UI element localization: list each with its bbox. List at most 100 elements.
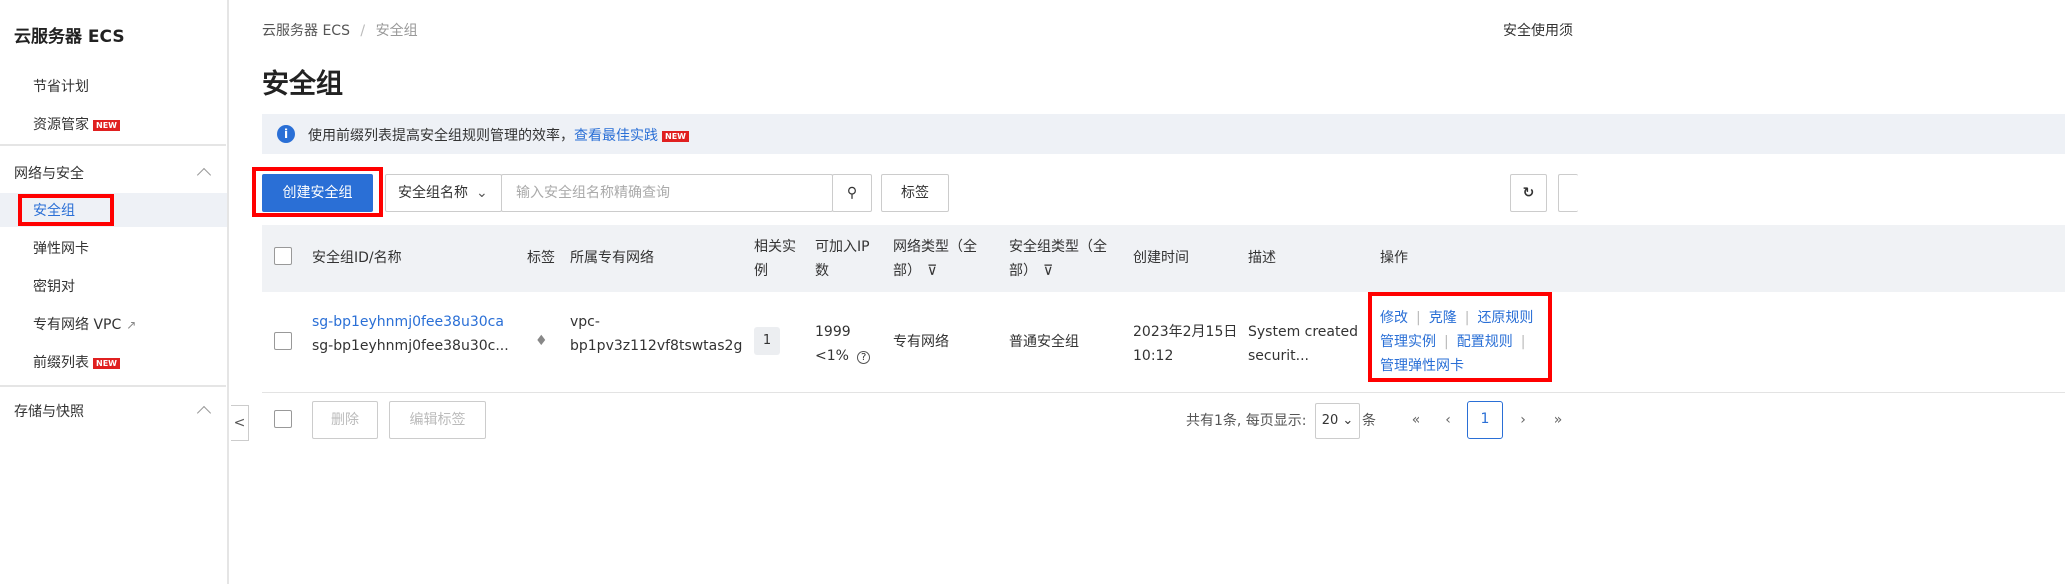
vpc-cell: vpc-bp1pv3z112vf8tswtas2g — [570, 310, 742, 358]
header-desc: 描述 — [1248, 250, 1276, 266]
search-input[interactable]: 输入安全组名称精确查询 — [501, 174, 833, 212]
chevron-up-icon[interactable] — [196, 167, 212, 183]
label: 弹性网卡 — [33, 241, 89, 257]
annotation-box — [1368, 292, 1552, 382]
total-text: 共有1条, 每页显示: — [1186, 413, 1307, 429]
settings-button[interactable] — [1558, 174, 1578, 212]
h: 相关实 — [754, 239, 796, 255]
footer-select-all-checkbox[interactable] — [274, 410, 292, 428]
sidebar-item-eni[interactable]: 弹性网卡 — [33, 238, 89, 258]
desc: securit... — [1248, 348, 1309, 364]
security-notice-link[interactable]: 安全使用须 — [1503, 20, 1573, 40]
header-vpc: 所属专有网络 — [570, 250, 654, 266]
vpc: vpc- — [570, 314, 600, 330]
sidebar: 云服务器 ECS 节省计划 资源管家 NEW 网络与安全 安全组 弹性网卡 密钥对… — [0, 0, 229, 584]
tag-button[interactable]: 标签 — [881, 174, 949, 212]
header-created: 创建时间 — [1133, 250, 1189, 266]
filter-icon[interactable]: ⊽ — [927, 263, 937, 279]
sidebar-item-vpc[interactable]: 专有网络 VPC ↗ — [33, 314, 136, 334]
page-size-select[interactable]: 20 ⌄ — [1315, 403, 1360, 439]
security-group-id-link[interactable]: sg-bp1eyhnmj0fee38u30ca — [312, 310, 509, 334]
info-icon: i — [277, 125, 295, 143]
edit-tags-button[interactable]: 编辑标签 — [389, 401, 486, 439]
created-cell: 2023年2月15日 10:12 — [1133, 320, 1237, 368]
header-tag: 标签 — [527, 250, 555, 266]
filter-icon[interactable]: ⊽ — [1043, 263, 1053, 279]
breadcrumb-current: 安全组 — [375, 23, 418, 39]
sidebar-item-savings-plan[interactable]: 节省计划 — [33, 76, 89, 96]
breadcrumb: 云服务器 ECS / 安全组 — [262, 20, 418, 40]
row-checkbox[interactable] — [274, 332, 292, 350]
label: 专有网络 VPC — [33, 317, 122, 333]
first-page-icon[interactable]: « — [1398, 403, 1434, 439]
help-icon[interactable]: ? — [856, 351, 871, 364]
label: 资源管家 — [33, 117, 89, 133]
h: 可加入IP — [815, 239, 870, 255]
ip-cell: 1999 <1%? — [815, 320, 871, 370]
annotation-box — [252, 167, 383, 217]
breadcrumb-root[interactable]: 云服务器 ECS — [262, 23, 350, 39]
header-ip: 可加入IP 数 — [815, 235, 870, 283]
header-net-type[interactable]: 网络类型（全 部） ⊽ — [893, 235, 977, 283]
next-page-icon[interactable]: › — [1505, 403, 1541, 439]
label: 节省计划 — [33, 79, 89, 95]
notice-banner: i 使用前缀列表提高安全组规则管理的效率，查看最佳实践 NEW — [262, 114, 2065, 154]
best-practice-link[interactable]: 查看最佳实践 — [574, 128, 658, 144]
divider — [0, 144, 226, 146]
unit-text: 条 — [1362, 413, 1376, 429]
sg-type: 普通安全组 — [1009, 334, 1079, 350]
new-badge: NEW — [662, 130, 689, 142]
vpc: bp1pv3z112vf8tswtas2g — [570, 338, 743, 354]
tag-icon[interactable]: ♦ — [535, 333, 548, 349]
sidebar-item-resource-manager[interactable]: 资源管家 NEW — [33, 114, 120, 134]
chevron-up-icon[interactable] — [196, 405, 212, 421]
sidebar-item-prefix-list[interactable]: 前缀列表 NEW — [33, 352, 120, 372]
sidebar-item-keypair[interactable]: 密钥对 — [33, 276, 75, 296]
instances-count[interactable]: 1 — [754, 327, 780, 355]
page-title: 安全组 — [262, 69, 343, 100]
security-group-name: sg-bp1eyhnmj0fee38u30c... — [312, 338, 509, 354]
page-1-button[interactable]: 1 — [1467, 401, 1503, 439]
date: 2023年2月15日 — [1133, 324, 1238, 340]
h: 部） — [893, 263, 921, 279]
label: 前缀列表 — [33, 355, 89, 371]
sidebar-group-storage[interactable]: 存储与快照 — [14, 401, 84, 421]
h: 例 — [754, 263, 768, 279]
external-link-icon: ↗ — [126, 318, 137, 332]
search-button[interactable]: ⚲ — [832, 174, 872, 212]
filter-select-value: 安全组名称 — [398, 185, 468, 201]
refresh-icon: ↻ — [1522, 185, 1535, 201]
h: 部） — [1009, 263, 1037, 279]
ip-pct: <1% — [815, 348, 849, 364]
header-ops: 操作 — [1380, 250, 1408, 266]
prev-page-icon[interactable]: ‹ — [1430, 403, 1466, 439]
header-id: 安全组ID/名称 — [312, 250, 402, 266]
id-cell: sg-bp1eyhnmj0fee38u30ca sg-bp1eyhnmj0fee… — [312, 310, 509, 358]
time: 10:12 — [1133, 348, 1174, 364]
new-badge: NEW — [93, 357, 120, 369]
ip-count: 1999 — [815, 324, 851, 340]
delete-button[interactable]: 删除 — [312, 401, 378, 439]
notice-message: 使用前缀列表提高安全组规则管理的效率， — [308, 128, 574, 144]
last-page-icon[interactable]: » — [1540, 403, 1576, 439]
select-all-checkbox[interactable] — [274, 247, 292, 265]
breadcrumb-sep: / — [360, 23, 366, 39]
chevron-down-icon: ⌄ — [476, 185, 488, 201]
desc: System created — [1248, 324, 1358, 340]
sidebar-group-network[interactable]: 网络与安全 — [14, 163, 84, 183]
refresh-button[interactable]: ↻ — [1510, 174, 1547, 212]
filter-select[interactable]: 安全组名称 ⌄ — [385, 174, 502, 212]
h: 网络类型（全 — [893, 239, 977, 255]
search-icon: ⚲ — [846, 185, 858, 201]
collapse-sidebar-button[interactable]: < — [231, 405, 249, 441]
chevron-down-icon: ⌄ — [1342, 413, 1354, 428]
page-size: 20 — [1321, 413, 1339, 428]
h: 安全组类型（全 — [1009, 239, 1107, 255]
label: 密钥对 — [33, 279, 75, 295]
header-instances: 相关实例 — [754, 235, 796, 283]
desc-cell: System created securit... — [1248, 320, 1358, 368]
net-type: 专有网络 — [893, 334, 949, 350]
header-sg-type[interactable]: 安全组类型（全 部） ⊽ — [1009, 235, 1107, 283]
new-badge: NEW — [93, 119, 120, 131]
h: 数 — [815, 263, 829, 279]
